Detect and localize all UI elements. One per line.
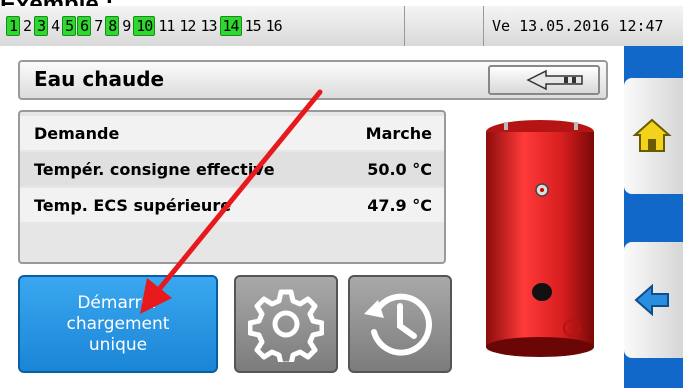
water-heater-icon xyxy=(486,120,594,357)
output-indicator-11: 11 xyxy=(158,17,175,35)
header-back-button[interactable] xyxy=(488,65,600,95)
output-indicator-7: 7 xyxy=(94,17,103,35)
info-value: 47.9 °C xyxy=(367,195,432,215)
arrow-left-icon xyxy=(634,283,669,317)
info-value: Marche xyxy=(365,123,432,143)
info-label: Temp. ECS supérieure xyxy=(34,195,232,215)
back-arrow-icon xyxy=(526,69,583,91)
output-indicator-4: 4 xyxy=(51,17,60,35)
right-navigation-bar xyxy=(624,46,683,388)
date-time-display: Ve 13.05.2016 12:47 xyxy=(492,17,664,35)
nav-back-button[interactable] xyxy=(624,242,683,358)
history-clock-icon xyxy=(364,293,432,356)
output-indicator-5: 5 xyxy=(62,16,77,36)
settings-button[interactable] xyxy=(234,275,338,373)
output-indicator-1: 1 xyxy=(6,16,21,36)
home-icon xyxy=(632,118,672,152)
output-indicator-8: 8 xyxy=(105,16,120,36)
output-indicator-10: 10 xyxy=(133,16,156,36)
status-bar-spacer xyxy=(405,6,484,46)
page-title: Eau chaude xyxy=(34,67,165,91)
info-row-top-temp: Temp. ECS supérieure 47.9 °C xyxy=(20,188,444,222)
history-button[interactable] xyxy=(348,275,452,373)
output-indicator-6: 6 xyxy=(77,16,92,36)
home-button[interactable] xyxy=(624,78,683,194)
gear-icon xyxy=(248,289,324,362)
water-heater-illustration xyxy=(470,110,610,364)
info-label: Demande xyxy=(34,123,120,143)
info-label: Tempér. consigne effective xyxy=(34,159,275,179)
start-single-charge-button[interactable]: Démarrer chargement unique xyxy=(18,275,218,373)
page-header: Eau chaude xyxy=(18,60,608,100)
output-indicator-3: 3 xyxy=(34,16,49,36)
output-indicator-2: 2 xyxy=(23,17,32,35)
output-indicator-9: 9 xyxy=(122,17,131,35)
info-row-demand: Demande Marche xyxy=(20,116,444,150)
output-indicator-16: 16 xyxy=(265,17,283,35)
output-status-indicators: 1 2 3 4 5 6 7 8 9 10 11 12 13 14 15 16 xyxy=(0,6,405,46)
output-indicator-14: 14 xyxy=(219,16,242,36)
output-indicator-13: 13 xyxy=(200,17,217,35)
info-row-setpoint: Tempér. consigne effective 50.0 °C xyxy=(20,152,444,186)
output-indicator-15: 15 xyxy=(244,17,262,35)
status-bar: 1 2 3 4 5 6 7 8 9 10 11 12 13 14 15 16 Ve 13.05.2016 12… xyxy=(0,6,683,46)
output-indicator-12: 12 xyxy=(179,17,196,35)
info-panel: Demande Marche Tempér. consigne effectiv… xyxy=(18,110,446,264)
info-value: 50.0 °C xyxy=(367,159,432,179)
